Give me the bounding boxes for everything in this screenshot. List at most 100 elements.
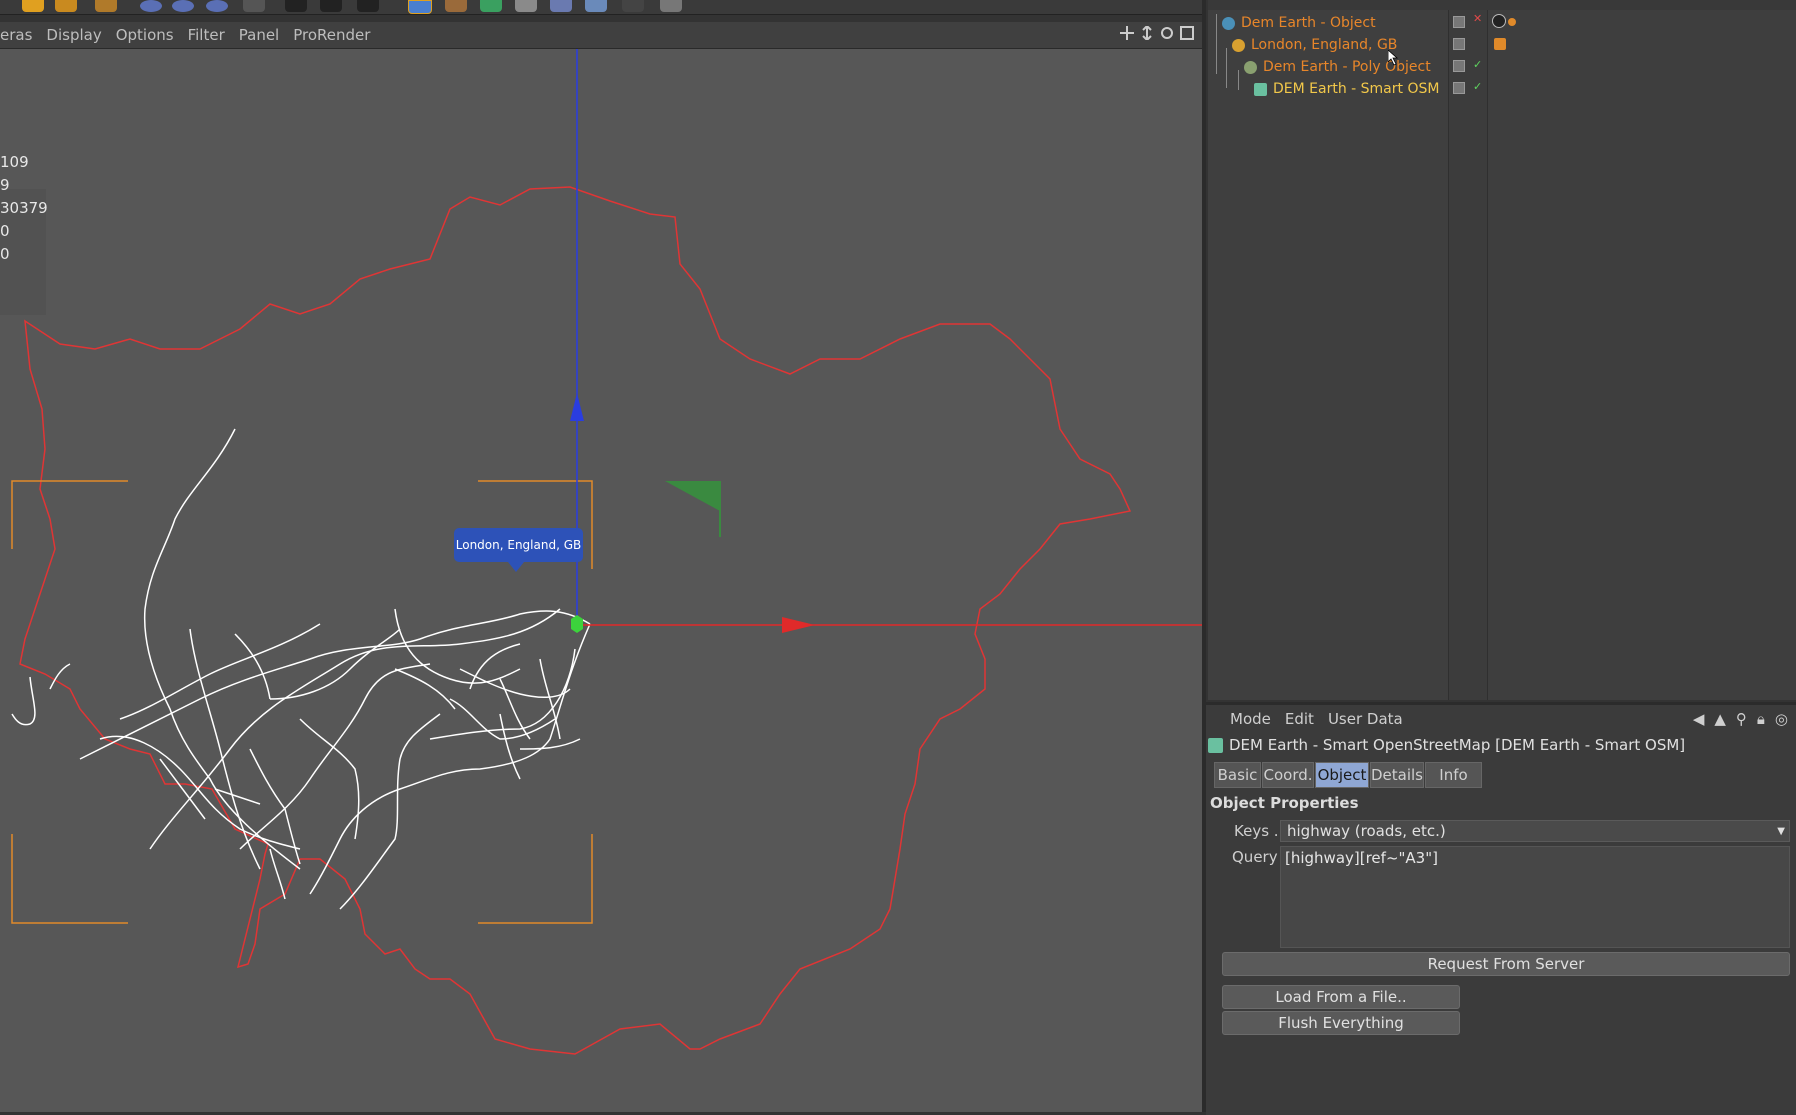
object-row-dem-earth[interactable]: Dem Earth - Object [1222, 12, 1376, 34]
query-label: Query [1232, 848, 1278, 866]
move-view-icon[interactable] [1120, 26, 1134, 40]
viewport-menu-bar: eras Display Options Filter Panel ProRen… [0, 22, 1202, 49]
object-name: Dem Earth - Object [1241, 15, 1376, 31]
attribute-menu-bar: Mode Edit User Data ◀ ▲ ⚲ 🔒︎ ◎ [1206, 706, 1796, 732]
object-row-poly-object[interactable]: Dem Earth - Poly Object [1244, 56, 1431, 78]
main-toolbar [0, 0, 1206, 15]
load-from-file-button[interactable]: Load From a File.. [1222, 985, 1460, 1009]
y-axis-arrow[interactable] [570, 393, 584, 421]
stat-value: 109 [0, 153, 29, 171]
menu-mode[interactable]: Mode [1230, 710, 1271, 728]
settings-icon[interactable]: ◎ [1775, 710, 1788, 728]
camera-marker [665, 481, 720, 511]
menu-edit[interactable]: Edit [1285, 710, 1314, 728]
cube-icon[interactable] [408, 0, 432, 14]
tab-details[interactable]: Details [1370, 762, 1424, 788]
globe-icon [1222, 16, 1235, 30]
up-arrow-icon[interactable]: ▲ [1714, 710, 1726, 728]
object-name: London, England, GB [1251, 37, 1398, 53]
object-pivot[interactable] [571, 615, 583, 633]
stat-value: 0 [0, 222, 10, 240]
deformer-icon[interactable] [515, 0, 537, 12]
poly-object-icon [1244, 60, 1257, 74]
section-heading: Object Properties [1210, 794, 1359, 812]
enabled-check-icon[interactable]: ✓ [1473, 80, 1482, 93]
back-arrow-icon[interactable]: ◀ [1693, 710, 1705, 728]
object-title: DEM Earth - Smart OpenStreetMap [DEM Ear… [1229, 736, 1686, 754]
zoom-view-icon[interactable] [1140, 26, 1154, 40]
object-manager-menu [1208, 0, 1796, 10]
chevron-down-icon: ▼ [1777, 825, 1785, 837]
enabled-check-icon[interactable]: ✓ [1473, 58, 1482, 71]
tab-object[interactable]: Object [1315, 762, 1369, 788]
tool-icon[interactable] [22, 0, 44, 12]
camera-icon[interactable] [622, 0, 644, 12]
y-axis-lock-icon[interactable] [172, 0, 194, 12]
undo-icon[interactable] [55, 0, 77, 12]
keys-dropdown[interactable]: highway (roads, etc.) ▼ [1280, 820, 1790, 842]
menu-panel[interactable]: Panel [239, 26, 279, 44]
rotate-view-icon[interactable] [1160, 26, 1174, 40]
render-view-icon[interactable] [285, 0, 307, 12]
tab-info[interactable]: Info [1425, 762, 1482, 788]
object-list: Dem Earth - Object London, England, GB D… [1208, 10, 1449, 700]
coordinate-system-icon[interactable] [243, 0, 265, 12]
generator-icon[interactable] [480, 0, 502, 12]
light-icon[interactable] [660, 0, 682, 12]
spline-icon[interactable] [445, 0, 467, 12]
x-axis-arrow[interactable] [782, 617, 815, 633]
osm-icon [1208, 737, 1223, 753]
keys-value: highway (roads, etc.) [1287, 822, 1446, 840]
object-row-smart-osm[interactable]: DEM Earth - Smart OSM [1254, 78, 1439, 100]
3d-viewport[interactable]: 109 9 30379 0 0 London, England, GB [0, 49, 1202, 1112]
layer-flag-icon[interactable] [1453, 38, 1465, 50]
tree-connector [1216, 14, 1217, 74]
location-icon [1232, 38, 1245, 52]
tag-icon[interactable] [1508, 18, 1516, 26]
tab-basic[interactable]: Basic [1214, 762, 1261, 788]
object-name: Dem Earth - Poly Object [1263, 59, 1431, 75]
maximize-view-icon[interactable] [1180, 26, 1194, 40]
material-tag-icon[interactable] [1492, 14, 1506, 28]
viewport-nav-icons [1120, 26, 1194, 40]
menu-user-data[interactable]: User Data [1328, 710, 1403, 728]
tree-connector [1226, 48, 1227, 88]
object-flags-column: ✕ ✓ ✓ [1449, 10, 1488, 700]
scene-icon[interactable] [585, 0, 607, 12]
z-axis-lock-icon[interactable] [206, 0, 228, 12]
geo-tag-icon[interactable] [1494, 38, 1506, 50]
object-row-london[interactable]: London, England, GB [1232, 34, 1397, 56]
request-from-server-button[interactable]: Request From Server [1222, 952, 1790, 976]
object-name: DEM Earth - Smart OSM [1273, 81, 1440, 97]
osm-roads [11, 428, 591, 910]
menu-display[interactable]: Display [46, 26, 101, 44]
render-settings-icon[interactable] [357, 0, 379, 12]
x-axis-lock-icon[interactable] [140, 0, 162, 12]
disabled-icon[interactable]: ✕ [1473, 12, 1482, 25]
layer-flag-icon[interactable] [1453, 82, 1465, 94]
menu-filter[interactable]: Filter [188, 26, 225, 44]
attribute-title: DEM Earth - Smart OpenStreetMap [DEM Ear… [1208, 736, 1685, 754]
stat-value: 30379 [0, 199, 48, 217]
viewport-canvas [11, 49, 1202, 1055]
layer-flag-icon[interactable] [1453, 16, 1465, 28]
mouse-cursor-icon [1388, 50, 1399, 66]
tree-connector [1238, 70, 1239, 90]
render-picture-icon[interactable] [320, 0, 342, 12]
location-tooltip: London, England, GB [454, 528, 583, 572]
stat-value: 9 [0, 176, 10, 194]
layer-flag-icon[interactable] [1453, 60, 1465, 72]
tool-icon[interactable] [95, 0, 117, 12]
menu-cameras[interactable]: eras [0, 26, 32, 44]
tab-coord[interactable]: Coord. [1262, 762, 1314, 788]
stat-value: 0 [0, 245, 10, 263]
flush-everything-button[interactable]: Flush Everything [1222, 1011, 1460, 1035]
menu-options[interactable]: Options [116, 26, 174, 44]
menu-prorender[interactable]: ProRender [293, 26, 370, 44]
query-textarea[interactable]: [highway][ref~"A3"] [1280, 846, 1790, 948]
osm-icon [1254, 82, 1267, 96]
search-icon[interactable]: ⚲ [1736, 710, 1747, 728]
attribute-nav-icons: ◀ ▲ ⚲ 🔒︎ ◎ [1693, 710, 1788, 728]
lock-icon[interactable]: 🔒︎ [1757, 710, 1765, 728]
field-icon[interactable] [550, 0, 572, 12]
